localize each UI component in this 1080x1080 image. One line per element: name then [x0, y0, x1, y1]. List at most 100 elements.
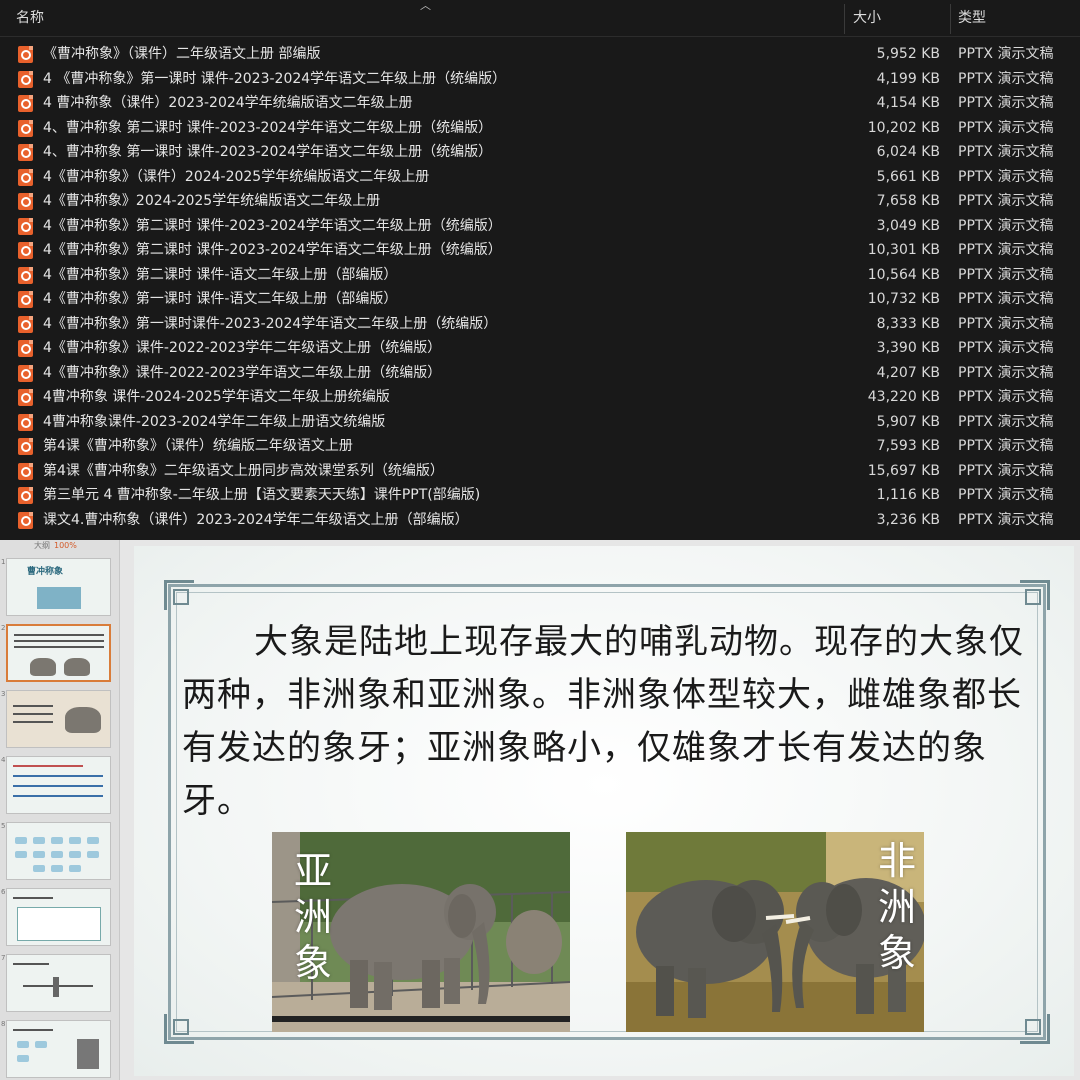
slide-thumbnail-6[interactable]	[6, 888, 111, 946]
thumbnail-elephant	[64, 658, 90, 676]
file-type: PPTX 演示文稿	[958, 46, 1054, 62]
slide-thumbnail-3[interactable]	[6, 690, 111, 748]
file-row[interactable]: 4《曹冲称象》（课件）2024-2025学年统编版语文二年级上册 5,661 KB…	[0, 165, 1080, 190]
file-size: 6,024 KB	[876, 144, 940, 160]
pptx-file-icon	[18, 389, 33, 406]
slide-thumbnail-2[interactable]	[6, 624, 111, 682]
frame-corner-ornament	[1020, 1014, 1050, 1044]
file-row[interactable]: 4、曹冲称象 第二课时 课件-2023-2024学年语文二年级上册（统编版） 10…	[0, 116, 1080, 141]
file-size: 1,116 KB	[876, 487, 940, 503]
thumbnail-shape	[51, 865, 63, 872]
file-name: 4《曹冲称象》课件-2022-2023学年语文二年级上册（统编版）	[43, 364, 442, 381]
file-row[interactable]: 4《曹冲称象》第一课时课件-2023-2024学年语文二年级上册（统编版） 8,3…	[0, 312, 1080, 337]
file-type: PPTX 演示文稿	[958, 291, 1054, 307]
thumbnail-shape	[87, 851, 99, 858]
file-row[interactable]: 4曹冲称象 课件-2024-2025学年语文二年级上册统编版 43,220 KB P…	[0, 385, 1080, 410]
thumbnail-text-line	[14, 640, 104, 642]
file-row[interactable]: 4曹冲称象课件-2023-2024学年二年级上册语文统编版 5,907 KB PPT…	[0, 410, 1080, 435]
thumbnail-shape	[33, 865, 45, 872]
thumbnail-shape	[87, 837, 99, 844]
slide-paragraph[interactable]: 大象是陆地上现存最大的哺乳动物。现存的大象仅两种，非洲象和亚洲象。非洲象体型较大…	[182, 616, 1032, 828]
african-elephant-label: 非洲象	[877, 839, 916, 975]
file-type: PPTX 演示文稿	[958, 70, 1054, 87]
pptx-file-icon	[18, 242, 33, 259]
column-header-size[interactable]: 大小	[853, 0, 881, 37]
column-divider[interactable]	[950, 4, 951, 34]
thumbnail-number: 7	[1, 954, 6, 962]
thumbnail-table	[17, 907, 101, 941]
file-name: 4 《曹冲称象》第一课时 课件-2023-2024学年语文二年级上册（统编版）	[43, 70, 507, 87]
thumbnail-shape	[17, 1041, 29, 1048]
file-type: PPTX 演示文稿	[958, 217, 1054, 234]
column-header-name[interactable]: 名称	[16, 0, 44, 37]
file-row[interactable]: 4 曹冲称象（课件）2023-2024学年统编版语文二年级上册 4,154 KB P…	[0, 91, 1080, 116]
thumbnail-text-line	[13, 775, 103, 777]
file-row[interactable]: 《曹冲称象》（课件）二年级语文上册 部编版 5,952 KB PPTX 演示文稿	[0, 42, 1080, 67]
file-type: PPTX 演示文稿	[958, 266, 1054, 283]
thumbnail-shape	[69, 851, 81, 858]
file-row[interactable]: 4《曹冲称象》第二课时 课件-2023-2024学年语文二年级上册（统编版） 3,…	[0, 214, 1080, 239]
slide-thumbnail-7[interactable]	[6, 954, 111, 1012]
slide-thumbnail-1[interactable]: 曹冲称象	[6, 558, 111, 616]
file-name: 4 曹冲称象（课件）2023-2024学年统编版语文二年级上册	[43, 95, 413, 111]
column-header-type[interactable]: 类型	[958, 0, 986, 37]
file-row[interactable]: 4《曹冲称象》第一课时 课件-语文二年级上册（部编版） 10,732 KB PPTX…	[0, 287, 1080, 312]
file-size: 10,202 KB	[867, 119, 940, 136]
outline-tab[interactable]: 大纲	[34, 541, 50, 550]
frame-corner-ornament	[164, 580, 194, 610]
file-size: 4,199 KB	[876, 70, 940, 87]
pptx-file-icon	[18, 315, 33, 333]
slide-canvas[interactable]: 大象是陆地上现存最大的哺乳动物。现存的大象仅两种，非洲象和亚洲象。非洲象体型较大…	[134, 546, 1074, 1076]
file-type: PPTX 演示文稿	[958, 315, 1054, 332]
file-name: 第4课《曹冲称象》（课件）统编版二年级语文上册	[43, 438, 353, 454]
asian-elephant-label: 亚洲象	[293, 849, 332, 985]
thumbnail-number: 1	[1, 558, 6, 566]
thumbnail-number: 2	[1, 624, 6, 632]
slide-thumbnail-4[interactable]	[6, 756, 111, 814]
thumbnail-number: 8	[1, 1020, 6, 1028]
thumbnail-text-line	[14, 646, 104, 648]
file-row[interactable]: 4、曹冲称象 第一课时 课件-2023-2024学年语文二年级上册（统编版） 6,…	[0, 140, 1080, 165]
slide-thumbnail-panel: 大纲 100% 1 曹冲称象 2 3 4 5 6 7 8	[0, 540, 120, 1080]
african-elephant-photo[interactable]: 非洲象	[626, 832, 924, 1032]
file-name: 4《曹冲称象》第二课时 课件-2023-2024学年语文二年级上册（统编版）	[43, 242, 502, 258]
thumbnail-number: 5	[1, 822, 6, 830]
file-row[interactable]: 4《曹冲称象》课件-2022-2023学年语文二年级上册（统编版） 4,207 K…	[0, 361, 1080, 386]
file-row[interactable]: 第4课《曹冲称象》二年级语文上册同步高效课堂系列（统编版） 15,697 KB PP…	[0, 459, 1080, 484]
asian-elephant-photo[interactable]: 亚洲象	[272, 832, 570, 1032]
thumbnail-shape	[51, 851, 63, 858]
file-size: 10,564 KB	[867, 266, 940, 283]
file-row[interactable]: 课文4.曹冲称象（课件）2023-2024学年二年级语文上册（部编版） 3,236…	[0, 508, 1080, 533]
file-size: 7,593 KB	[876, 438, 940, 454]
zoom-level[interactable]: 100%	[54, 541, 77, 550]
thumbnail-shape	[33, 851, 45, 858]
thumbnail-text-line	[13, 721, 53, 723]
column-divider[interactable]	[844, 4, 845, 34]
file-row[interactable]: 4《曹冲称象》第二课时 课件-2023-2024学年语文二年级上册（统编版） 10…	[0, 238, 1080, 263]
slide-thumbnail-5[interactable]	[6, 822, 111, 880]
file-name: 课文4.曹冲称象（课件）2023-2024学年二年级语文上册（部编版）	[43, 511, 469, 528]
file-name: 第三单元 4 曹冲称象-二年级上册【语文要素天天练】课件PPT(部编版)	[43, 487, 481, 503]
pptx-file-icon	[18, 95, 33, 112]
slide-thumbnail-8[interactable]	[6, 1020, 111, 1078]
pptx-file-icon	[18, 119, 33, 137]
file-row[interactable]: 第三单元 4 曹冲称象-二年级上册【语文要素天天练】课件PPT(部编版) 1,11…	[0, 483, 1080, 508]
file-type: PPTX 演示文稿	[958, 242, 1054, 258]
file-list-header: ︿ 名称 大小 类型	[0, 0, 1080, 37]
file-name: 4《曹冲称象》（课件）2024-2025学年统编版语文二年级上册	[43, 168, 430, 185]
thumbnail-shape	[35, 1041, 47, 1048]
thumbnail-image	[37, 587, 81, 609]
file-size: 43,220 KB	[867, 389, 940, 405]
file-row[interactable]: 4 《曹冲称象》第一课时 课件-2023-2024学年语文二年级上册（统编版） 4…	[0, 67, 1080, 92]
thumbnail-text-line	[13, 765, 83, 767]
file-row[interactable]: 第4课《曹冲称象》（课件）统编版二年级语文上册 7,593 KB PPTX 演示文稿	[0, 434, 1080, 459]
file-row[interactable]: 4《曹冲称象》第二课时 课件-语文二年级上册（部编版） 10,564 KB PPTX…	[0, 263, 1080, 288]
thumbnail-text-line	[13, 713, 53, 715]
sort-ascending-icon[interactable]: ︿	[420, 0, 431, 12]
file-size: 10,732 KB	[867, 291, 940, 307]
file-size: 3,236 KB	[876, 511, 940, 528]
file-row[interactable]: 4《曹冲称象》课件-2022-2023学年二年级语文上册（统编版） 3,390 K…	[0, 336, 1080, 361]
pptx-file-icon	[18, 291, 33, 308]
file-row[interactable]: 4《曹冲称象》2024-2025学年统编版语文二年级上册 7,658 KB PPTX…	[0, 189, 1080, 214]
panel-toolbar: 大纲 100%	[34, 540, 77, 551]
